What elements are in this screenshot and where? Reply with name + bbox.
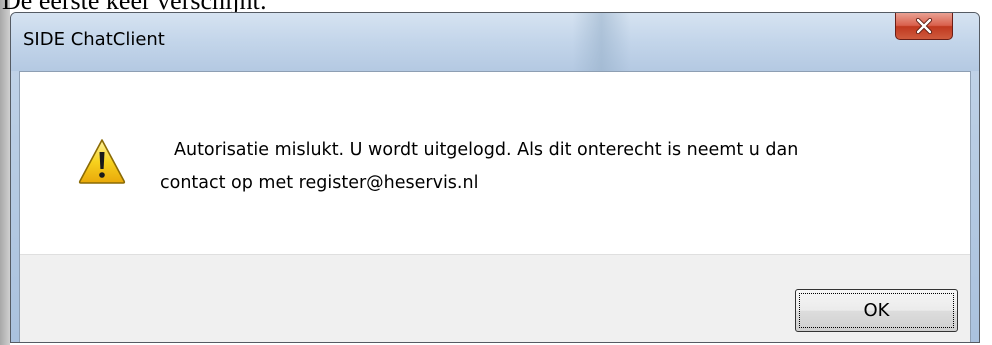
ok-button-label: OK [863,300,890,321]
screenshot: De eerste keer verschijnt: SIDE ChatClie… [0,0,992,345]
dialog-title: SIDE ChatClient [23,29,165,50]
message-line-1: Autorisatie mislukt. U wordt uitgelogd. … [174,140,799,160]
close-icon [915,18,933,34]
warning-icon [78,139,126,184]
message-panel: Autorisatie mislukt. U wordt uitgelogd. … [20,72,970,254]
dialog-message: Autorisatie mislukt. U wordt uitgelogd. … [160,134,940,200]
dialog-titlebar[interactable]: SIDE ChatClient [11,13,979,71]
message-dialog: SIDE ChatClient Autorisatie mislukt. U w… [10,12,980,343]
message-line-2: contact op met register@heservis.nl [160,173,479,193]
close-button[interactable] [895,13,953,40]
dialog-content: Autorisatie mislukt. U wordt uitgelogd. … [19,71,971,342]
ok-button[interactable]: OK [795,289,958,332]
background-window-edge [0,0,10,345]
button-panel: OK [20,254,970,342]
